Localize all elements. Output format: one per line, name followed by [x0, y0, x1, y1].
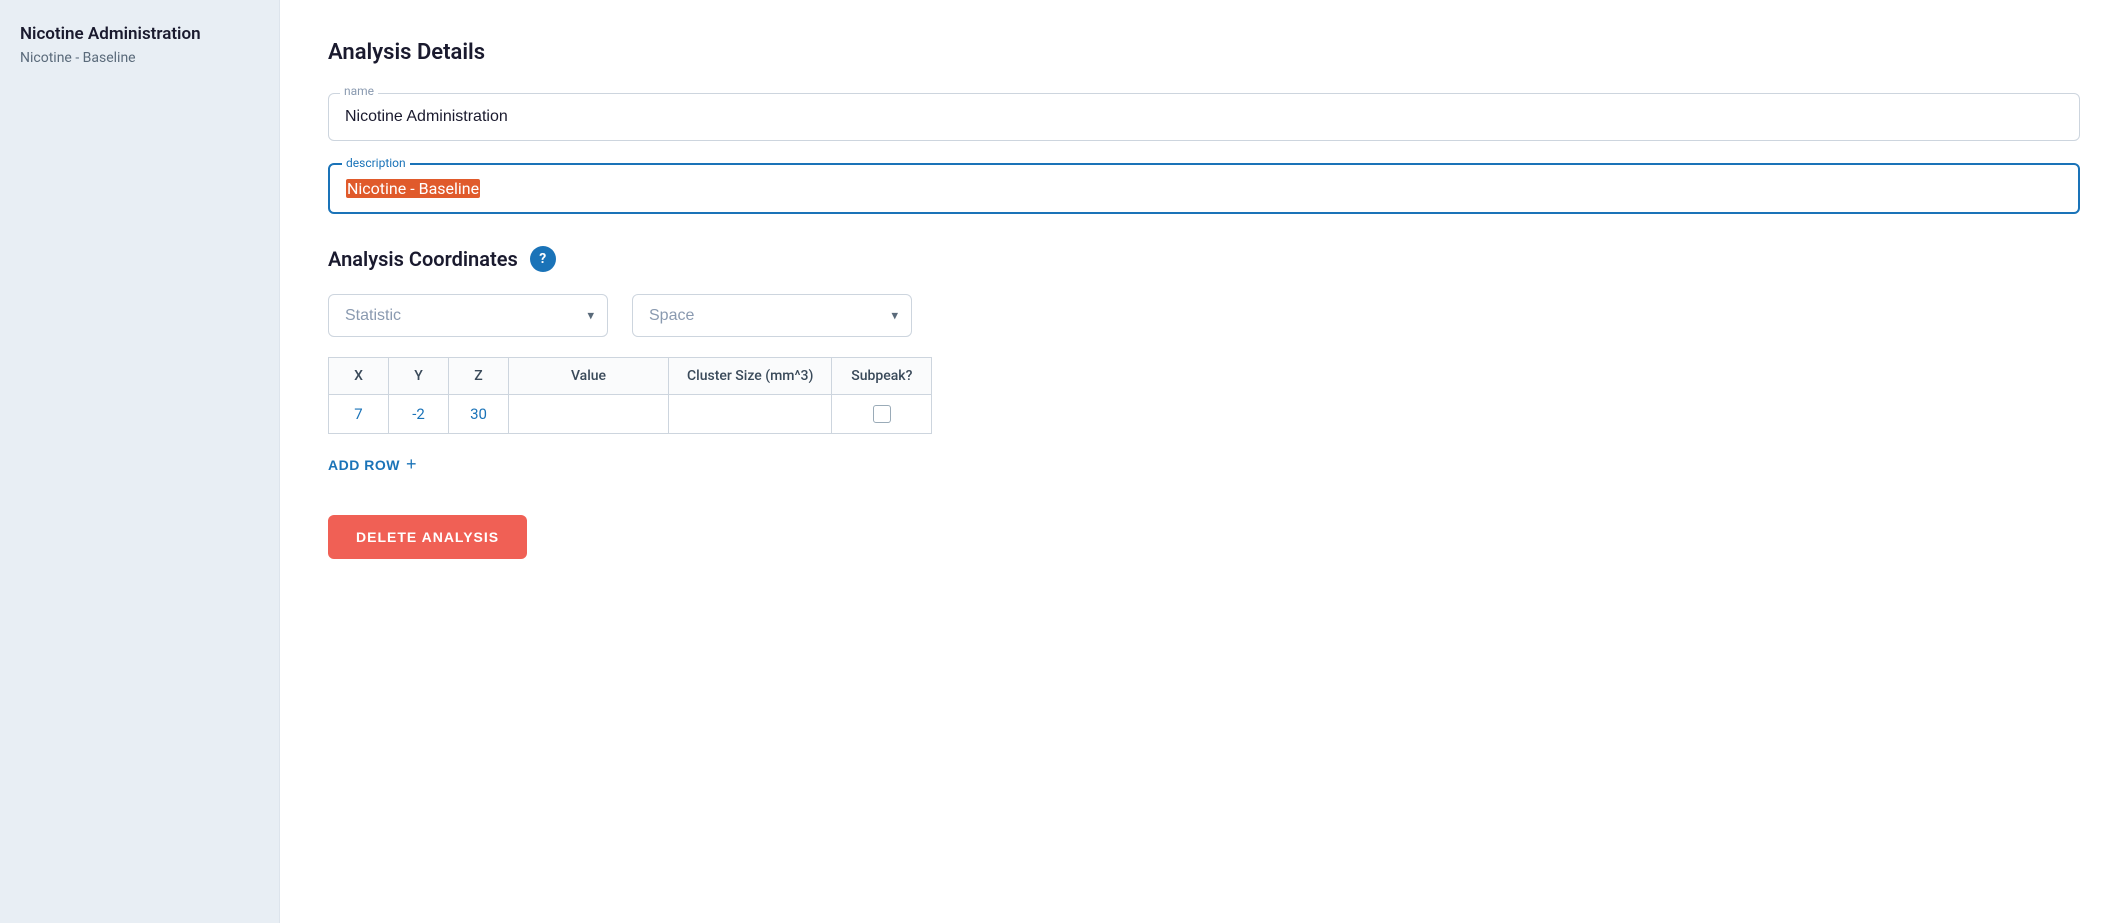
cell-x[interactable]: 7 — [329, 395, 389, 434]
col-header-z: Z — [449, 358, 509, 395]
space-dropdown[interactable]: Space — [632, 294, 912, 337]
help-icon[interactable]: ? — [530, 246, 556, 272]
col-header-value: Value — [509, 358, 669, 395]
statistic-dropdown-wrapper: Statistic ▾ — [328, 294, 608, 337]
name-input[interactable] — [328, 93, 2080, 141]
cell-subpeak — [832, 395, 932, 434]
description-field-group: description Nicotine - Baseline — [328, 163, 2080, 214]
col-header-y: Y — [389, 358, 449, 395]
col-header-subpeak: Subpeak? — [832, 358, 932, 395]
subpeak-checkbox-container — [850, 405, 913, 423]
description-selected-text: Nicotine - Baseline — [346, 179, 480, 198]
cell-value[interactable] — [509, 395, 669, 434]
statistic-dropdown[interactable]: Statistic — [328, 294, 608, 337]
table-row: 7 -2 30 — [329, 395, 932, 434]
sidebar-title: Nicotine Administration — [20, 24, 259, 44]
cell-y[interactable]: -2 — [389, 395, 449, 434]
space-dropdown-wrapper: Space ▾ — [632, 294, 912, 337]
help-icon-label: ? — [539, 251, 546, 267]
table-header-row: X Y Z Value Cluster Size (mm^3) Subpeak? — [329, 358, 932, 395]
delete-analysis-label: DELETE ANALYSIS — [356, 529, 499, 545]
sidebar: Nicotine Administration Nicotine - Basel… — [0, 0, 280, 923]
col-header-cluster-size: Cluster Size (mm^3) — [669, 358, 832, 395]
coordinates-table: X Y Z Value Cluster Size (mm^3) Subpeak?… — [328, 357, 932, 434]
dropdowns-row: Statistic ▾ Space ▾ — [328, 294, 2080, 337]
add-row-label: ADD ROW — [328, 457, 400, 473]
subpeak-checkbox[interactable] — [873, 405, 891, 423]
name-field-group: name — [328, 93, 2080, 141]
coordinates-section-heading: Analysis Coordinates ? — [328, 246, 2080, 272]
main-content: Analysis Details name description Nicoti… — [280, 0, 2128, 923]
cell-z[interactable]: 30 — [449, 395, 509, 434]
page-title: Analysis Details — [328, 40, 2080, 65]
cell-cluster-size[interactable] — [669, 395, 832, 434]
name-label: name — [340, 84, 378, 98]
sidebar-subtitle: Nicotine - Baseline — [20, 50, 259, 66]
col-header-x: X — [329, 358, 389, 395]
description-input[interactable]: Nicotine - Baseline — [330, 165, 2078, 212]
description-wrapper: description Nicotine - Baseline — [328, 163, 2080, 214]
plus-icon: + — [406, 454, 417, 475]
delete-analysis-button[interactable]: DELETE ANALYSIS — [328, 515, 527, 559]
add-row-button[interactable]: ADD ROW + — [328, 450, 417, 479]
description-label: description — [342, 156, 410, 170]
coordinates-heading-text: Analysis Coordinates — [328, 247, 518, 271]
